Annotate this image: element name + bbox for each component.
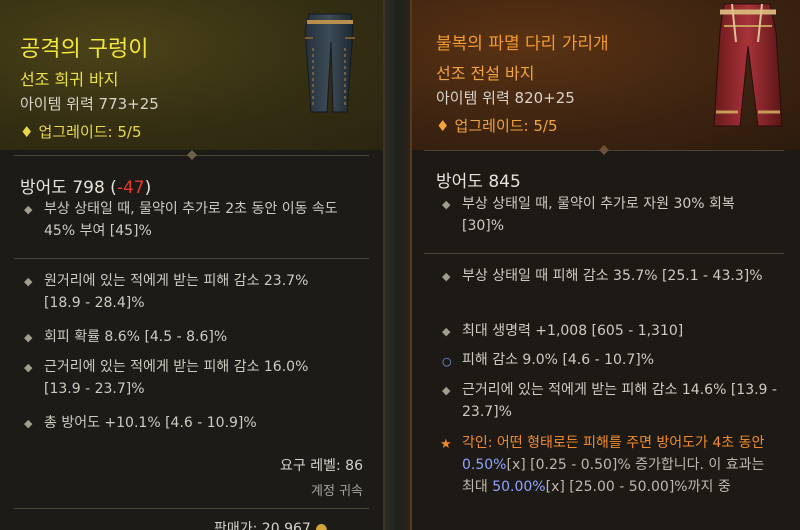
item-type: 선조 희귀 바지: [20, 70, 119, 89]
diamond-bullet-icon: ◆: [24, 203, 33, 216]
affix-line: 근거리에 있는 적에게 받는 피해 감소 14.6% [13.9 - 23.7]…: [462, 382, 777, 420]
affix-line: 회피 확률 8.6% [4.5 - 8.6]%: [44, 329, 228, 345]
affix-line: 총 방어도 +10.1% [4.6 - 10.9]%: [44, 415, 257, 431]
divider: [14, 258, 369, 259]
sell-price-text: 판매가: 20,967: [214, 521, 311, 530]
panel-divider: [385, 0, 410, 530]
implicit-affix: 부상 상태일 때, 물약이 추가로 자원 30% 회복 [30]%: [462, 196, 735, 234]
implicit-affix: 부상 상태일 때, 물약이 추가로 2초 동안 이동 속도 45% 부여 [45…: [44, 201, 338, 239]
pants-item-icon: [713, 3, 783, 127]
armor-difference: -47: [116, 178, 145, 198]
diamond-bullet-icon: ◆: [24, 331, 33, 344]
armor-stat: 방어도 845: [436, 172, 521, 192]
affix-line: 부상 상태일 때 피해 감소 35.7% [25.1 - 43.3]%: [462, 268, 763, 284]
diamond-bullet-icon: ◆: [24, 417, 33, 430]
affix-line: 근거리에 있는 적에게 받는 피해 감소 16.0% [13.9 - 23.7]…: [44, 359, 309, 397]
legendary-aspect: 각인: 어떤 형태로든 피해를 주면 방어도가 4초 동안 0.50% [x] […: [462, 432, 780, 498]
diamond-bullet-icon: ♦: [20, 123, 34, 141]
upgrade-text: 업그레이드: 5/5: [454, 117, 558, 135]
upgrade-line: ♦ 업그레이드: 5/5: [436, 115, 558, 136]
item-name: 공격의 구렁이: [20, 37, 149, 62]
divider: [14, 508, 369, 509]
divider-ornament-icon: [187, 150, 197, 160]
account-bound: 계정 귀속: [311, 484, 363, 499]
divider-ornament-icon: [599, 145, 609, 155]
item-name: 불복의 파멸 다리 가리개: [436, 34, 609, 54]
aspect-value-1: 0.50%: [462, 457, 507, 473]
affix-line: 원거리에 있는 적에게 받는 피해 감소 23.7% [18.9 - 28.4]…: [44, 273, 309, 311]
left-item-tooltip: 공격의 구렁이 선조 희귀 바지 아이템 위력 773+25 ♦ 업그레이드: …: [0, 0, 385, 530]
item-power: 아이템 위력 773+25: [20, 95, 159, 113]
aspect-text-3: [x] [25.00 - 50.00]%까지 중: [545, 479, 731, 495]
diamond-bullet-icon: ◆: [442, 384, 451, 397]
upgrade-text: 업그레이드: 5/5: [38, 123, 142, 141]
aspect-value-2: 50.00%: [492, 479, 546, 495]
item-type: 선조 전설 바지: [436, 64, 535, 83]
armor-label: 방어도 798: [20, 178, 105, 198]
diamond-bullet-icon: ◆: [24, 361, 33, 374]
sell-price: 판매가: 20,967 ●: [214, 518, 327, 530]
gold-coin-icon: ●: [315, 521, 328, 530]
upgrade-line: ♦ 업그레이드: 5/5: [20, 121, 142, 142]
star-bullet-icon: ★: [440, 437, 452, 452]
diamond-bullet-icon: ◆: [24, 275, 33, 288]
affix-line: 피해 감소 9.0% [4.6 - 10.7]%: [462, 352, 655, 368]
diamond-bullet-icon: ◆: [442, 325, 451, 338]
divider: [424, 253, 784, 254]
affix-line: 최대 생명력 +1,008 [605 - 1,310]: [462, 323, 684, 339]
diamond-bullet-icon: ◆: [442, 198, 451, 211]
right-item-tooltip: 불복의 파멸 다리 가리개 선조 전설 바지 아이템 위력 820+25 ♦ 업…: [410, 0, 800, 530]
circle-bullet-icon: ○: [442, 355, 452, 368]
diamond-bullet-icon: ♦: [436, 117, 450, 135]
pants-item-icon: [304, 13, 355, 113]
aspect-text-1: 각인: 어떤 형태로든 피해를 주면 방어도가 4초 동안: [462, 435, 765, 451]
item-power: 아이템 위력 820+25: [436, 89, 575, 107]
required-level: 요구 레벨: 86: [280, 458, 363, 474]
diamond-bullet-icon: ◆: [442, 270, 451, 283]
armor-stat: 방어도 798 (-47): [20, 178, 152, 198]
